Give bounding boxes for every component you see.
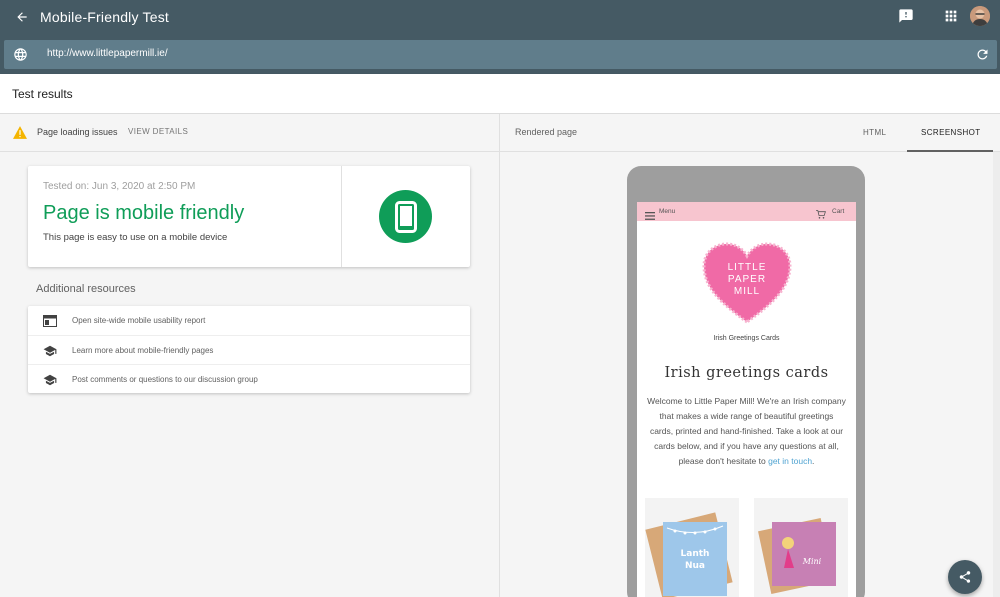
verdict-subtitle: This page is easy to use on a mobile dev… [43,232,228,243]
rendered-page-label: Rendered page [515,127,578,137]
resource-label: Post comments or questions to our discus… [72,375,258,384]
avatar[interactable] [970,6,990,26]
results-title: Test results [12,87,73,101]
cart-icon [816,206,826,219]
card-divider [341,166,342,267]
active-tab-indicator [907,150,993,152]
globe-icon [13,47,28,62]
back-arrow-icon[interactable] [12,7,32,27]
page-loading-issues-text: Page loading issues [37,127,118,137]
get-in-touch-link[interactable]: get in touch [768,456,812,466]
site-cart-label: Cart [832,208,845,215]
svg-text:Lanth: Lanth [681,549,710,559]
svg-text:Nua: Nua [685,561,705,571]
resource-learn-more[interactable]: Learn more about mobile-friendly pages [28,335,470,364]
page-loading-issues-bar: Page loading issues VIEW DETAILS [0,114,499,152]
warning-icon [13,126,27,139]
feedback-icon[interactable] [898,8,916,26]
greeting-card-thumbnail[interactable]: Lanth Nua [645,498,739,597]
apps-grid-icon[interactable] [943,8,961,26]
share-icon [959,571,971,583]
additional-resources-list: Open site-wide mobile usability report L… [28,306,470,393]
rendered-page-bar: Rendered page HTML SCREENSHOT [500,114,1000,152]
verdict-card: Tested on: Jun 3, 2020 at 2:50 PM Page i… [28,166,470,267]
greeting-card-thumbnail[interactable]: Mini [754,498,848,597]
scrollbar[interactable] [993,152,1000,597]
tab-screenshot[interactable]: SCREENSHOT [921,128,981,137]
resource-discussion-group[interactable]: Post comments or questions to our discus… [28,364,470,393]
tested-on-timestamp: Tested on: Jun 3, 2020 at 2:50 PM [43,181,196,192]
share-button[interactable] [948,560,982,594]
view-details-button[interactable]: VIEW DETAILS [128,127,188,136]
mobile-phone-icon [379,190,432,243]
resource-label: Open site-wide mobile usability report [72,316,206,325]
additional-resources-title: Additional resources [36,283,136,295]
school-icon [43,373,57,386]
svg-text:Mini: Mini [802,557,822,566]
hamburger-menu-icon [645,207,655,220]
left-pane: Page loading issues VIEW DETAILS Tested … [0,114,500,597]
site-tagline: Irish Greetings Cards [713,335,780,342]
tab-html[interactable]: HTML [863,128,886,137]
app-title: Mobile-Friendly Test [40,9,170,25]
school-icon [43,344,57,357]
site-nav-bar: Menu Cart [637,202,856,221]
site-menu-label: Menu [659,208,676,215]
verdict-title: Page is mobile friendly [43,202,245,224]
url-text[interactable]: http://www.littlepapermill.ie/ [47,48,168,59]
resource-usability-report[interactable]: Open site-wide mobile usability report [28,306,470,335]
site-heading: Irish greetings cards [664,365,829,381]
refresh-icon[interactable] [975,47,990,62]
rendered-screenshot[interactable]: Menu Cart LITTLE PAPER MILL Irish Greeti… [637,202,856,597]
heart-logo-text: LITTLE PAPER MILL [727,262,767,297]
app-bar: Mobile-Friendly Test http://www.littlepa… [0,0,1000,74]
web-page-icon [43,314,57,327]
site-intro-paragraph: Welcome to Little Paper Mill! We're an I… [647,396,846,466]
resource-label: Learn more about mobile-friendly pages [72,346,214,355]
url-bar[interactable]: http://www.littlepapermill.ie/ [4,40,997,69]
results-header: Test results [0,74,1000,114]
